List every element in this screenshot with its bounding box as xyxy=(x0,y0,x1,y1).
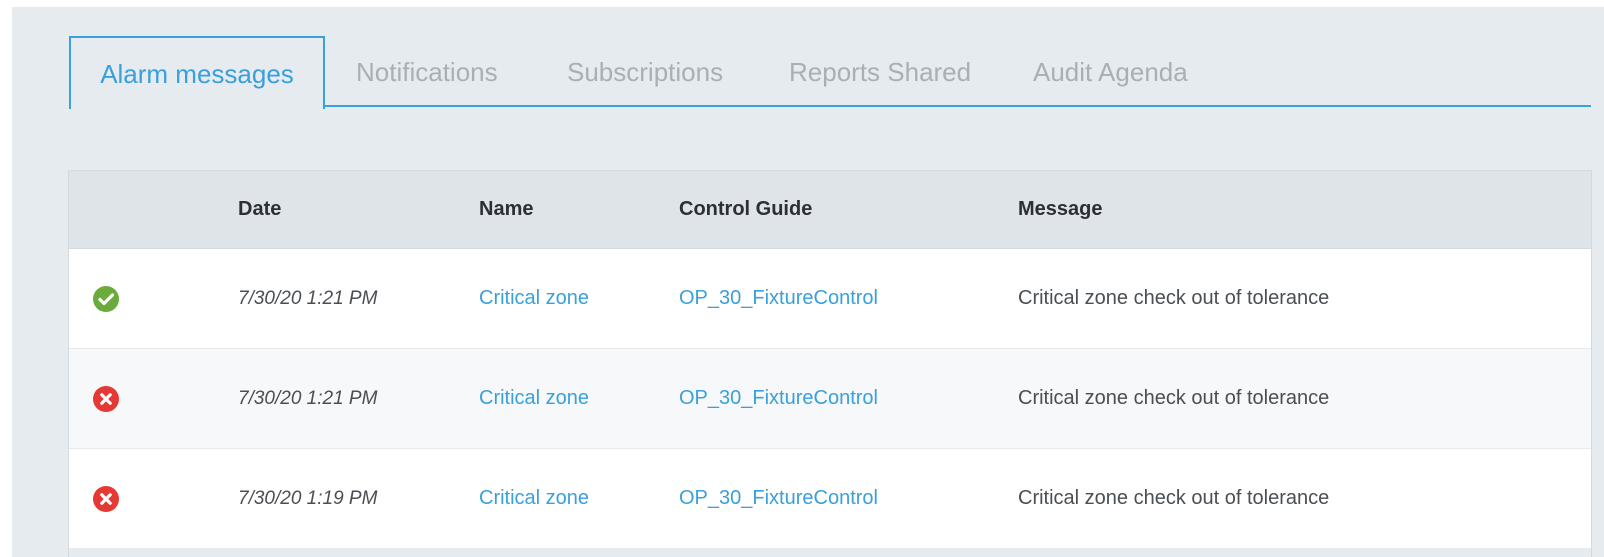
row-control-guide-link[interactable]: OP_30_FixtureControl xyxy=(679,249,878,348)
alarm-messages-table: Date Name Control Guide Message 7/30/20 … xyxy=(68,170,1592,557)
tab-alarm-messages[interactable]: Alarm messages xyxy=(69,36,325,109)
x-circle-icon xyxy=(93,386,119,412)
tab-subscriptions[interactable]: Subscriptions xyxy=(567,36,723,107)
row-message: Critical zone check out of tolerance xyxy=(1018,387,1330,409)
check-circle-icon xyxy=(93,286,119,312)
column-header-name[interactable]: Name xyxy=(479,171,533,248)
tab-reports-shared[interactable]: Reports Shared xyxy=(789,36,971,107)
row-message: Critical zone check out of tolerance xyxy=(1018,287,1330,309)
row-date: 7/30/20 1:21 PM xyxy=(238,288,378,309)
row-date: 7/30/20 1:21 PM xyxy=(238,388,378,409)
row-name-link[interactable]: Critical zone xyxy=(479,449,589,548)
column-header-date[interactable]: Date xyxy=(238,171,281,248)
alarm-panel: Alarm messages Notifications Subscriptio… xyxy=(12,7,1604,557)
row-control-guide-link[interactable]: OP_30_FixtureControl xyxy=(679,349,878,448)
row-control-guide-link[interactable]: OP_30_FixtureControl xyxy=(679,449,878,548)
table-row[interactable]: 7/30/20 1:21 PM Critical zone OP_30_Fixt… xyxy=(69,249,1591,349)
row-date: 7/30/20 1:19 PM xyxy=(238,488,378,509)
tab-bar: Alarm messages Notifications Subscriptio… xyxy=(69,36,1591,109)
row-message: Critical zone check out of tolerance xyxy=(1018,487,1330,509)
column-header-message[interactable]: Message xyxy=(1018,171,1103,248)
row-name-link[interactable]: Critical zone xyxy=(479,249,589,348)
table-header: Date Name Control Guide Message xyxy=(69,171,1591,249)
tab-notifications[interactable]: Notifications xyxy=(356,36,498,107)
row-name-link[interactable]: Critical zone xyxy=(479,349,589,448)
tab-audit-agenda[interactable]: Audit Agenda xyxy=(1033,36,1188,107)
column-header-control-guide[interactable]: Control Guide xyxy=(679,171,812,248)
table-row[interactable]: 7/30/20 1:19 PM Critical zone OP_30_Fixt… xyxy=(69,449,1591,549)
x-circle-icon xyxy=(93,486,119,512)
table-row[interactable]: 7/30/20 1:21 PM Critical zone OP_30_Fixt… xyxy=(69,349,1591,449)
